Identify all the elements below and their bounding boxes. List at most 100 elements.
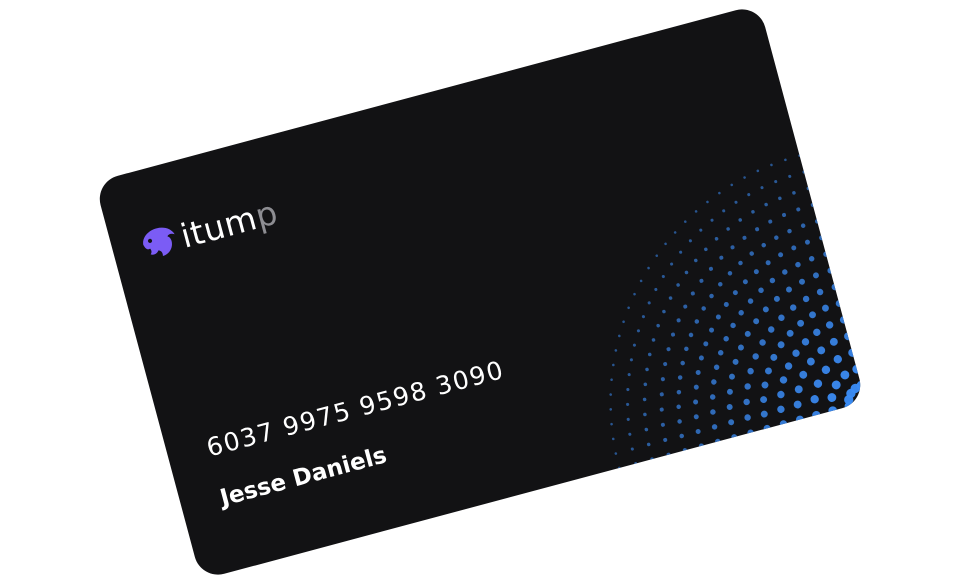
pattern-dot (715, 314, 721, 320)
pattern-dot (823, 251, 829, 257)
pattern-dot (634, 462, 638, 466)
pattern-dot (831, 380, 841, 390)
pattern-dot (747, 298, 754, 304)
pattern-dot (738, 218, 743, 222)
pattern-dot (698, 355, 704, 361)
pattern-dot (782, 269, 788, 275)
pattern-dot (664, 242, 667, 246)
pattern-dot (761, 381, 769, 389)
pattern-dot (614, 349, 618, 352)
pattern-dot (802, 170, 806, 174)
pattern-dot (663, 362, 668, 367)
pattern-dot (641, 315, 645, 319)
pattern-dot (848, 348, 857, 357)
pattern-dot (827, 393, 837, 402)
pattern-dot (756, 169, 760, 173)
pattern-dot (677, 419, 682, 424)
pattern-dot (774, 180, 778, 184)
pattern-dot (777, 341, 785, 349)
pattern-dot (676, 404, 681, 410)
pattern-dot (764, 367, 772, 375)
pattern-dot (799, 370, 808, 379)
pattern-dot (718, 191, 721, 195)
pattern-dot (835, 299, 843, 307)
pattern-dot (743, 176, 746, 179)
pattern-dot (758, 287, 764, 294)
pattern-dot (839, 316, 848, 324)
pattern-dot (622, 320, 625, 324)
pattern-dot (799, 278, 805, 285)
pattern-dot (825, 321, 834, 329)
pattern-dot (709, 394, 716, 400)
pattern-dot (609, 393, 612, 396)
pattern-dot (698, 443, 704, 449)
pattern-dot (682, 448, 688, 453)
pattern-dot (738, 260, 743, 266)
pattern-dot (694, 210, 698, 213)
pattern-dot (808, 255, 815, 262)
pattern-dot (683, 304, 688, 309)
pattern-dot (627, 373, 631, 377)
pattern-dot (793, 400, 802, 409)
pattern-dot (629, 358, 633, 362)
pattern-dot (679, 433, 685, 439)
pattern-dot (708, 266, 713, 271)
pattern-dot (828, 406, 838, 416)
pattern-dot (626, 402, 630, 406)
pattern-dot (821, 365, 831, 374)
pattern-dot (684, 270, 689, 275)
pattern-dot (694, 319, 700, 324)
pattern-dot (738, 310, 744, 316)
pattern-dot (670, 332, 676, 337)
pattern-dot (690, 291, 695, 296)
pattern-dot (792, 349, 800, 357)
pattern-dot (802, 295, 810, 303)
pattern-dot (710, 409, 716, 415)
pattern-dot (829, 337, 838, 346)
pattern-dot (770, 353, 778, 361)
pattern-dot (778, 252, 784, 258)
pattern-dot (726, 388, 733, 395)
pattern-dot (732, 290, 738, 296)
pattern-dot (651, 338, 656, 342)
pattern-dot (786, 286, 792, 293)
pattern-dot (627, 306, 630, 310)
pattern-dot (791, 245, 797, 251)
pattern-dot (813, 379, 823, 388)
pattern-dot (710, 218, 714, 222)
pattern-dot (727, 271, 733, 276)
pattern-dot (636, 329, 640, 333)
pattern-dot (644, 427, 649, 432)
dot-pattern-decoration (609, 154, 866, 470)
pattern-dot (683, 220, 687, 223)
pattern-dot (680, 360, 685, 366)
pattern-dot (647, 266, 650, 270)
pattern-dot (647, 352, 652, 357)
pattern-dot (659, 392, 664, 397)
pattern-dot (668, 296, 673, 300)
pattern-dot (816, 288, 824, 296)
pattern-dot (764, 202, 768, 207)
pattern-dot (713, 364, 720, 370)
pattern-dot (779, 376, 788, 384)
pattern-dot (765, 260, 771, 266)
pattern-dot (784, 362, 793, 370)
pattern-dot (643, 412, 647, 417)
pattern-dot (693, 414, 699, 420)
pattern-dot (792, 191, 796, 195)
pattern-dot (617, 466, 621, 470)
pattern-dot (768, 219, 773, 224)
pattern-dot (731, 434, 738, 441)
pattern-dot (769, 277, 776, 284)
pattern-dot (626, 388, 630, 392)
pattern-dot (800, 223, 806, 228)
pattern-dot (744, 383, 751, 390)
pattern-dot (810, 202, 815, 207)
pattern-dot (723, 301, 729, 307)
pattern-dot (630, 447, 634, 451)
pattern-dot (711, 379, 717, 385)
pattern-dot (777, 405, 785, 414)
pattern-dot (614, 452, 618, 455)
pattern-dot (610, 422, 613, 426)
pattern-dot (729, 373, 735, 380)
